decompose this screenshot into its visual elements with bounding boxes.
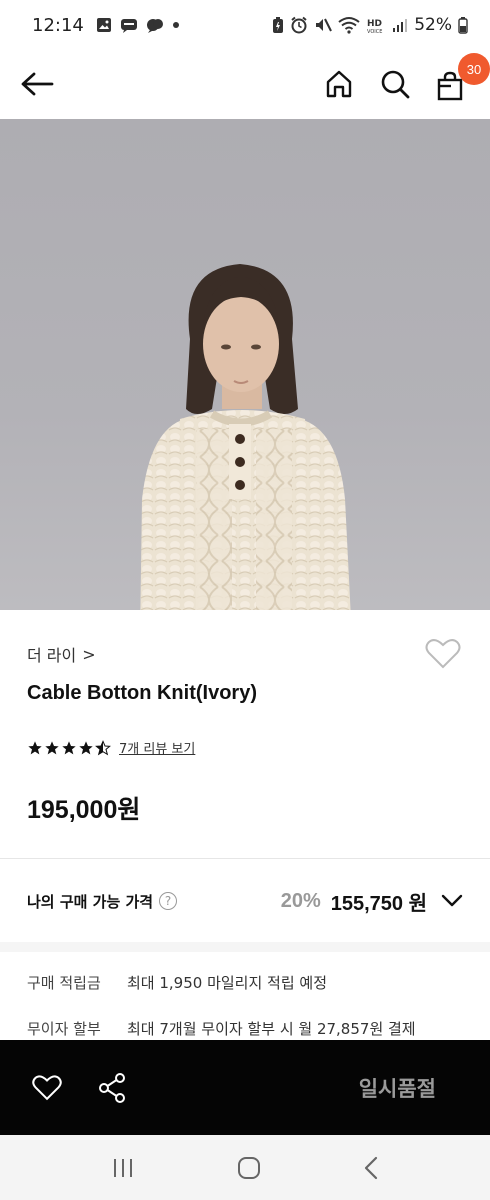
purchase-bar-icons (32, 1072, 126, 1103)
svg-text:HD: HD (367, 19, 382, 29)
discount-rate: 20% (280, 889, 321, 912)
product-image[interactable] (0, 119, 490, 610)
star-icon (79, 740, 93, 754)
my-price-row[interactable]: 나의 구매 가능 가격 ? 20% 155,750 원 (0, 860, 490, 942)
my-price-label: 나의 구매 가능 가격 (27, 892, 154, 911)
top-nav: 30 (0, 50, 490, 118)
my-price-values: 20% 155,750 원 (281, 887, 463, 916)
help-icon[interactable]: ? (159, 892, 178, 910)
messenger-icon (146, 17, 164, 33)
product-price: 195,000원 (27, 796, 141, 824)
section-divider (0, 942, 490, 952)
battery-percent: 52% (414, 15, 452, 35)
star-icon (62, 740, 76, 754)
home-icon[interactable] (324, 69, 354, 99)
brand-name: 더 라이 (27, 646, 77, 665)
cart-count-badge: 30 (458, 53, 490, 85)
status-right: HD VOICE 52% (272, 15, 468, 35)
home-button-icon[interactable] (237, 1156, 261, 1180)
product-name: Cable Botton Knit(Ivory) (27, 682, 257, 704)
discount-price: 155,750 원 (330, 892, 427, 915)
heart-icon[interactable] (425, 638, 461, 670)
mute-icon (314, 16, 333, 34)
brand-link[interactable]: 더 라이 > (27, 642, 96, 666)
signal-icon (392, 17, 408, 33)
battery-icon (458, 16, 468, 34)
brand-chevron: > (82, 644, 96, 664)
benefit-row: 무이자 할부 최대 7개월 무이자 할부 시 월 27,857원 결제 (27, 1018, 416, 1039)
half-star-icon (95, 739, 111, 755)
arrow-left-icon[interactable] (20, 71, 54, 97)
review-link[interactable]: 7개 리뷰 보기 (119, 738, 195, 757)
search-icon[interactable] (380, 69, 410, 99)
alarm-icon (290, 16, 308, 34)
rating-row: 7개 리뷰 보기 (27, 738, 195, 757)
rating-stars (27, 739, 111, 756)
star-icon (28, 740, 42, 754)
purchase-bar: 일시품절 (0, 1040, 490, 1135)
divider (0, 858, 490, 859)
benefit-value: 최대 1,950 마일리지 적립 예정 (127, 974, 328, 992)
benefit-value: 최대 7개월 무이자 할부 시 월 27,857원 결제 (127, 1020, 416, 1038)
status-bar: 12:14 HD VOICE 52% (0, 0, 490, 50)
heart-icon[interactable] (32, 1074, 62, 1102)
nav-right: 30 (324, 53, 490, 101)
gallery-icon (96, 17, 112, 33)
sold-out-button[interactable]: 일시품절 (359, 1073, 436, 1103)
status-left: 12:14 (32, 15, 180, 36)
status-time: 12:14 (32, 14, 84, 36)
dot-icon (172, 21, 180, 29)
android-nav-bar (0, 1135, 490, 1200)
svg-text:VOICE: VOICE (367, 29, 382, 34)
back-icon[interactable] (363, 1156, 379, 1180)
product-photo (140, 264, 351, 610)
benefit-label: 무이자 할부 (27, 1020, 101, 1038)
sms-icon (120, 17, 138, 33)
hd-voice-icon: HD VOICE (366, 16, 386, 34)
star-icon (45, 740, 59, 754)
recent-apps-icon[interactable] (111, 1157, 135, 1179)
benefit-row: 구매 적립금 최대 1,950 마일리지 적립 예정 (27, 972, 327, 993)
chevron-down-icon[interactable] (441, 894, 463, 908)
cart-button[interactable]: 30 (436, 53, 490, 101)
share-icon[interactable] (98, 1072, 126, 1103)
battery-saver-icon (272, 16, 284, 34)
wifi-icon (338, 16, 360, 34)
benefit-label: 구매 적립금 (27, 974, 101, 992)
